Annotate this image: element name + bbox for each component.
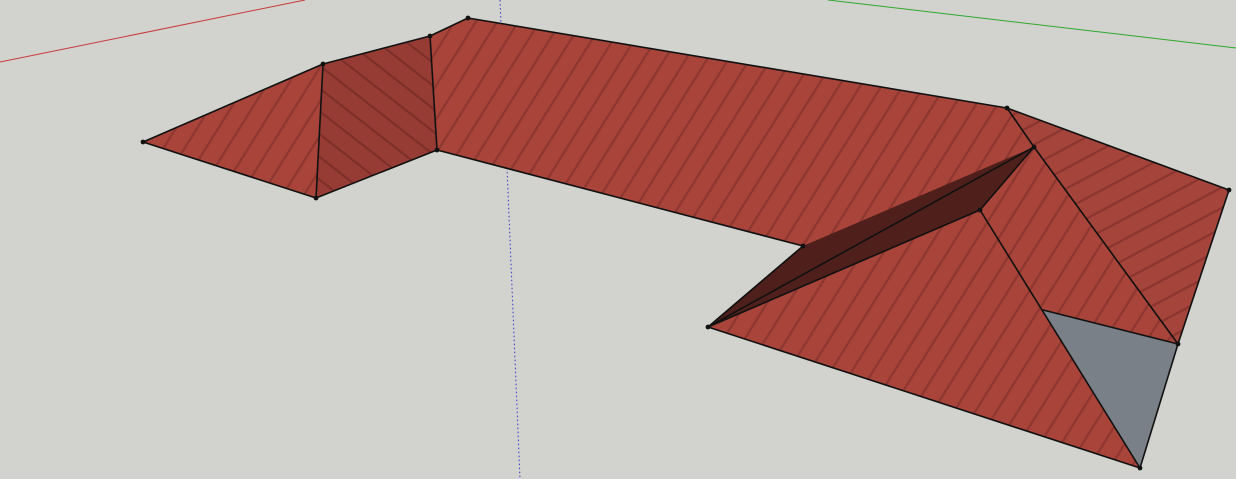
roof-model[interactable] (140, 15, 1232, 471)
vertex[interactable] (1137, 465, 1143, 471)
vertex[interactable] (1004, 105, 1010, 111)
vertex[interactable] (800, 243, 806, 249)
vertex[interactable] (465, 15, 471, 21)
vertex[interactable] (1175, 341, 1181, 347)
vertex[interactable] (1226, 187, 1232, 193)
vertex[interactable] (313, 195, 319, 201)
model-canvas[interactable] (0, 0, 1236, 479)
vertex[interactable] (977, 207, 983, 213)
vertex[interactable] (320, 61, 326, 67)
green-axis-line (827, 0, 1236, 49)
3d-modeling-viewport[interactable] (0, 0, 1236, 479)
vertex[interactable] (140, 139, 146, 145)
vertex[interactable] (1031, 144, 1037, 150)
vertex[interactable] (705, 324, 711, 330)
vertex[interactable] (427, 33, 433, 39)
vertex[interactable] (434, 147, 440, 153)
red-axis-line (0, 0, 306, 63)
